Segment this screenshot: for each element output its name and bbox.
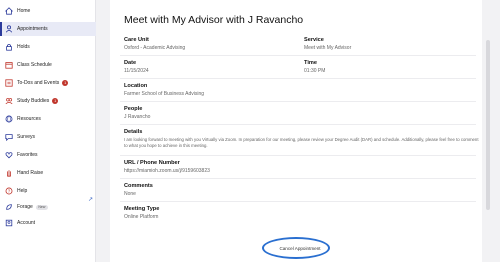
sidebar-item-surveys[interactable]: Surveys: [0, 130, 96, 144]
time-label: Time: [304, 60, 317, 66]
new-badge: New: [35, 204, 48, 210]
sidebar-item-label: Hand Raise: [17, 170, 44, 176]
divider: [120, 101, 476, 102]
account-icon: [4, 218, 14, 228]
sidebar-item-label: Forage: [17, 204, 33, 210]
external-link-icon[interactable]: ↗: [88, 196, 93, 203]
globe-icon: [4, 114, 14, 124]
sidebar-item-label: Appointments: [17, 26, 48, 32]
sidebar-item-account[interactable]: Account: [0, 216, 96, 230]
sidebar-item-home[interactable]: Home: [0, 4, 96, 18]
sidebar-item-study-buddies[interactable]: Study Buddies 1: [0, 94, 96, 108]
url-value[interactable]: https://miamioh.zoom.us/j/9159603823: [124, 168, 210, 174]
sidebar-item-label: Class Schedule: [17, 62, 52, 68]
chat-icon: [4, 132, 14, 142]
people-label: People: [124, 106, 143, 112]
sidebar-item-help[interactable]: ? Help: [0, 184, 96, 198]
sidebar-item-hand-raise[interactable]: Hand Raise: [0, 166, 96, 180]
sidebar-item-label: Holds: [17, 44, 30, 50]
divider: [120, 55, 476, 56]
sidebar-item-label: Surveys: [17, 134, 36, 140]
meeting-type-value: Online Platform: [124, 214, 159, 220]
sidebar-item-holds[interactable]: Holds: [0, 40, 96, 54]
sidebar-item-label: Resources: [17, 116, 41, 122]
sidebar-item-label: Help: [17, 188, 28, 194]
time-value: 01:30 PM: [304, 68, 326, 74]
scrollbar[interactable]: [486, 40, 490, 210]
sidebar-item-label: Home: [17, 8, 31, 14]
location-label: Location: [124, 83, 148, 89]
lock-icon: [4, 42, 14, 52]
sidebar-item-class-schedule[interactable]: Class Schedule: [0, 58, 96, 72]
appointment-details-card: [110, 0, 482, 262]
divider: [120, 124, 476, 125]
page-title: Meet with My Advisor with J Ravancho: [124, 14, 304, 26]
notification-badge: 1: [52, 98, 59, 104]
sidebar-item-forage[interactable]: Forage New: [0, 200, 96, 214]
sidebar-item-label: Account: [17, 220, 36, 226]
sidebar-item-label: To-Dos and Events: [17, 80, 60, 86]
divider: [120, 78, 476, 79]
hand-icon: [4, 168, 14, 178]
service-label: Service: [304, 37, 324, 43]
people-value: J Ravancho: [124, 114, 151, 120]
meeting-type-label: Meeting Type: [124, 206, 160, 212]
svg-text:?: ?: [8, 189, 11, 194]
sidebar-item-label: Favorites: [17, 152, 38, 158]
sidebar: Home Appointments Holds Class Schedule T…: [0, 0, 96, 262]
help-icon: ?: [4, 186, 14, 196]
annotation-circle: [262, 237, 330, 259]
care-unit-value: Oxford - Academic Advising: [124, 45, 186, 51]
divider: [120, 155, 476, 156]
divider: [120, 178, 476, 179]
sidebar-item-todos[interactable]: To-Dos and Events 1: [0, 76, 96, 90]
service-value: Meet with My Advisor: [304, 45, 352, 51]
calendar-icon: [4, 60, 14, 70]
date-label: Date: [124, 60, 137, 66]
url-label: URL / Phone Number: [124, 160, 180, 166]
care-unit-label: Care Unit: [124, 37, 149, 43]
home-icon: [4, 6, 14, 16]
location-value: Farmer School of Business Advising: [124, 91, 205, 97]
sidebar-item-favorites[interactable]: Favorites: [0, 148, 96, 162]
date-value: 11/15/2024: [124, 68, 149, 74]
comments-value: None: [124, 191, 136, 197]
details-label: Details: [124, 129, 143, 135]
notification-badge: 1: [62, 80, 69, 86]
sidebar-item-resources[interactable]: Resources: [0, 112, 96, 126]
sidebar-item-appointments[interactable]: Appointments: [0, 22, 96, 36]
forage-icon: [4, 202, 14, 212]
comments-label: Comments: [124, 183, 153, 189]
list-icon: [4, 78, 14, 88]
details-value: I am looking forward to meeting with you…: [124, 137, 479, 148]
divider: [120, 201, 476, 202]
person-icon: [4, 24, 14, 34]
sidebar-item-label: Study Buddies: [17, 98, 50, 104]
people-icon: [4, 96, 14, 106]
heart-icon: [4, 150, 14, 160]
